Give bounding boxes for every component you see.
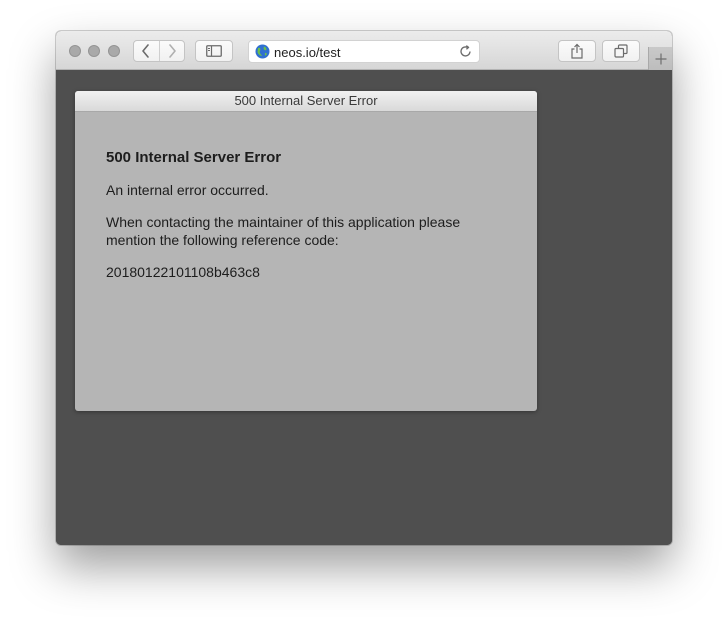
chevron-right-icon: [168, 44, 176, 58]
sidebar-button[interactable]: [195, 40, 233, 62]
error-heading: 500 Internal Server Error: [106, 149, 282, 166]
minimize-window-button[interactable]: [88, 45, 100, 57]
share-icon: [571, 43, 583, 59]
reference-code: 20180122101108b463c8: [106, 264, 260, 280]
plus-icon: [655, 53, 666, 64]
error-dialog: 500 Internal Server Error 500 Internal S…: [75, 91, 537, 411]
page-content: 500 Internal Server Error 500 Internal S…: [56, 70, 672, 545]
dialog-title: 500 Internal Server Error: [75, 91, 537, 112]
forward-button[interactable]: [158, 41, 185, 61]
reload-icon[interactable]: [458, 44, 473, 59]
navigation-buttons: [133, 40, 185, 62]
new-tab-button[interactable]: [648, 47, 672, 70]
close-window-button[interactable]: [69, 45, 81, 57]
url-text: neos.io/test: [274, 45, 341, 60]
back-button[interactable]: [134, 41, 159, 61]
chevron-left-icon: [142, 44, 150, 58]
dialog-body: 500 Internal Server Error An internal er…: [106, 149, 506, 281]
tabs-overview-button[interactable]: [602, 40, 640, 62]
share-button[interactable]: [558, 40, 596, 62]
sidebar-icon: [206, 45, 222, 57]
error-message: An internal error occurred.: [106, 182, 269, 198]
browser-toolbar: neos.io/test: [56, 31, 672, 70]
globe-icon: [255, 44, 270, 59]
zoom-window-button[interactable]: [108, 45, 120, 57]
address-bar[interactable]: neos.io/test: [248, 40, 480, 63]
error-instruction: When contacting the maintainer of this a…: [106, 214, 461, 248]
tabs-overview-icon: [614, 44, 628, 58]
browser-window: neos.io/test 500 Internal Server Error 5…: [56, 31, 672, 545]
